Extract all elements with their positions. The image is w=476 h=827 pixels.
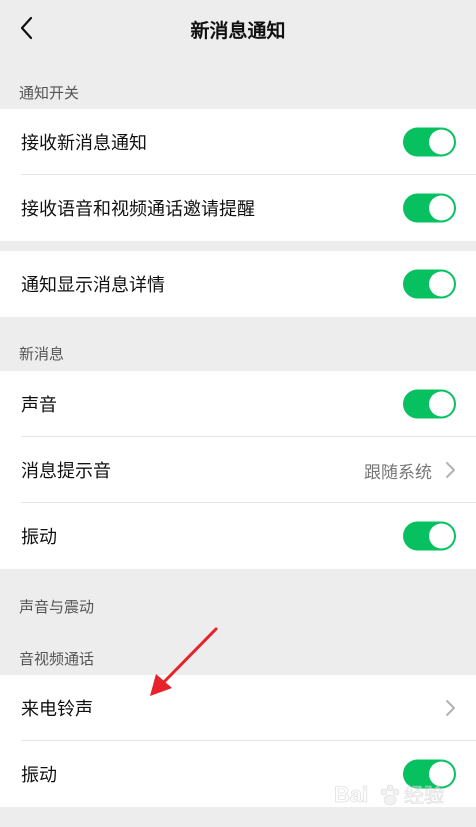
svg-text:经验: 经验 bbox=[404, 783, 444, 807]
row-label: 振动 bbox=[21, 527, 57, 548]
row-label: 声音 bbox=[21, 395, 57, 416]
row-label: 来电铃声 bbox=[21, 699, 93, 720]
row-receive-new-message[interactable]: 接收新消息通知 bbox=[0, 109, 476, 175]
row-label: 通知显示消息详情 bbox=[21, 275, 165, 296]
group-detail: 通知显示消息详情 bbox=[0, 251, 476, 317]
row-label: 接收语音和视频通话邀请提醒 bbox=[21, 199, 255, 220]
row-message-tone[interactable]: 消息提示音 跟随系统 bbox=[0, 437, 476, 503]
receive-new-message-toggle[interactable] bbox=[403, 127, 456, 157]
row-label: 接收新消息通知 bbox=[21, 133, 147, 154]
message-tone-value: 跟随系统 bbox=[364, 462, 432, 483]
nav-bar: 新消息通知 bbox=[0, 0, 476, 58]
chevron-right-icon bbox=[446, 462, 455, 478]
toggle-knob bbox=[429, 129, 454, 155]
sound-toggle[interactable] bbox=[403, 389, 456, 419]
page-title: 新消息通知 bbox=[190, 20, 286, 42]
toggle-knob bbox=[429, 271, 454, 297]
toggle-knob bbox=[429, 391, 454, 417]
section-label-new-message: 新消息 bbox=[19, 345, 65, 363]
baidu-paw-icon: Bai 经验 bbox=[334, 782, 445, 808]
section-label-av-call: 音视频通话 bbox=[19, 650, 95, 668]
svg-text:Bai: Bai bbox=[334, 782, 368, 807]
group-notify-switch: 接收新消息通知 接收语音和视频通话邀请提醒 bbox=[0, 109, 476, 241]
row-vibration[interactable]: 振动 bbox=[0, 503, 476, 569]
watermark-logo: Bai 经验 bbox=[334, 778, 464, 812]
row-label: 消息提示音 bbox=[21, 461, 111, 482]
row-receive-call-invite[interactable]: 接收语音和视频通话邀请提醒 bbox=[0, 175, 476, 241]
row-show-message-detail[interactable]: 通知显示消息详情 bbox=[0, 251, 476, 317]
toggle-knob bbox=[429, 523, 454, 549]
row-label: 振动 bbox=[21, 765, 57, 786]
toggle-knob bbox=[429, 195, 454, 221]
section-label-notify-switch: 通知开关 bbox=[19, 84, 80, 102]
show-message-detail-toggle[interactable] bbox=[403, 269, 456, 299]
chevron-right-icon bbox=[446, 700, 455, 716]
receive-call-invite-toggle[interactable] bbox=[403, 193, 456, 223]
vibration-toggle[interactable] bbox=[403, 521, 456, 551]
row-ringtone[interactable]: 来电铃声 bbox=[0, 675, 476, 741]
annotation-arrow-icon bbox=[150, 627, 218, 696]
section-label-sound-vibration: 声音与震动 bbox=[19, 598, 95, 616]
row-sound[interactable]: 声音 bbox=[0, 371, 476, 437]
group-new-message: 声音 消息提示音 跟随系统 振动 bbox=[0, 371, 476, 569]
